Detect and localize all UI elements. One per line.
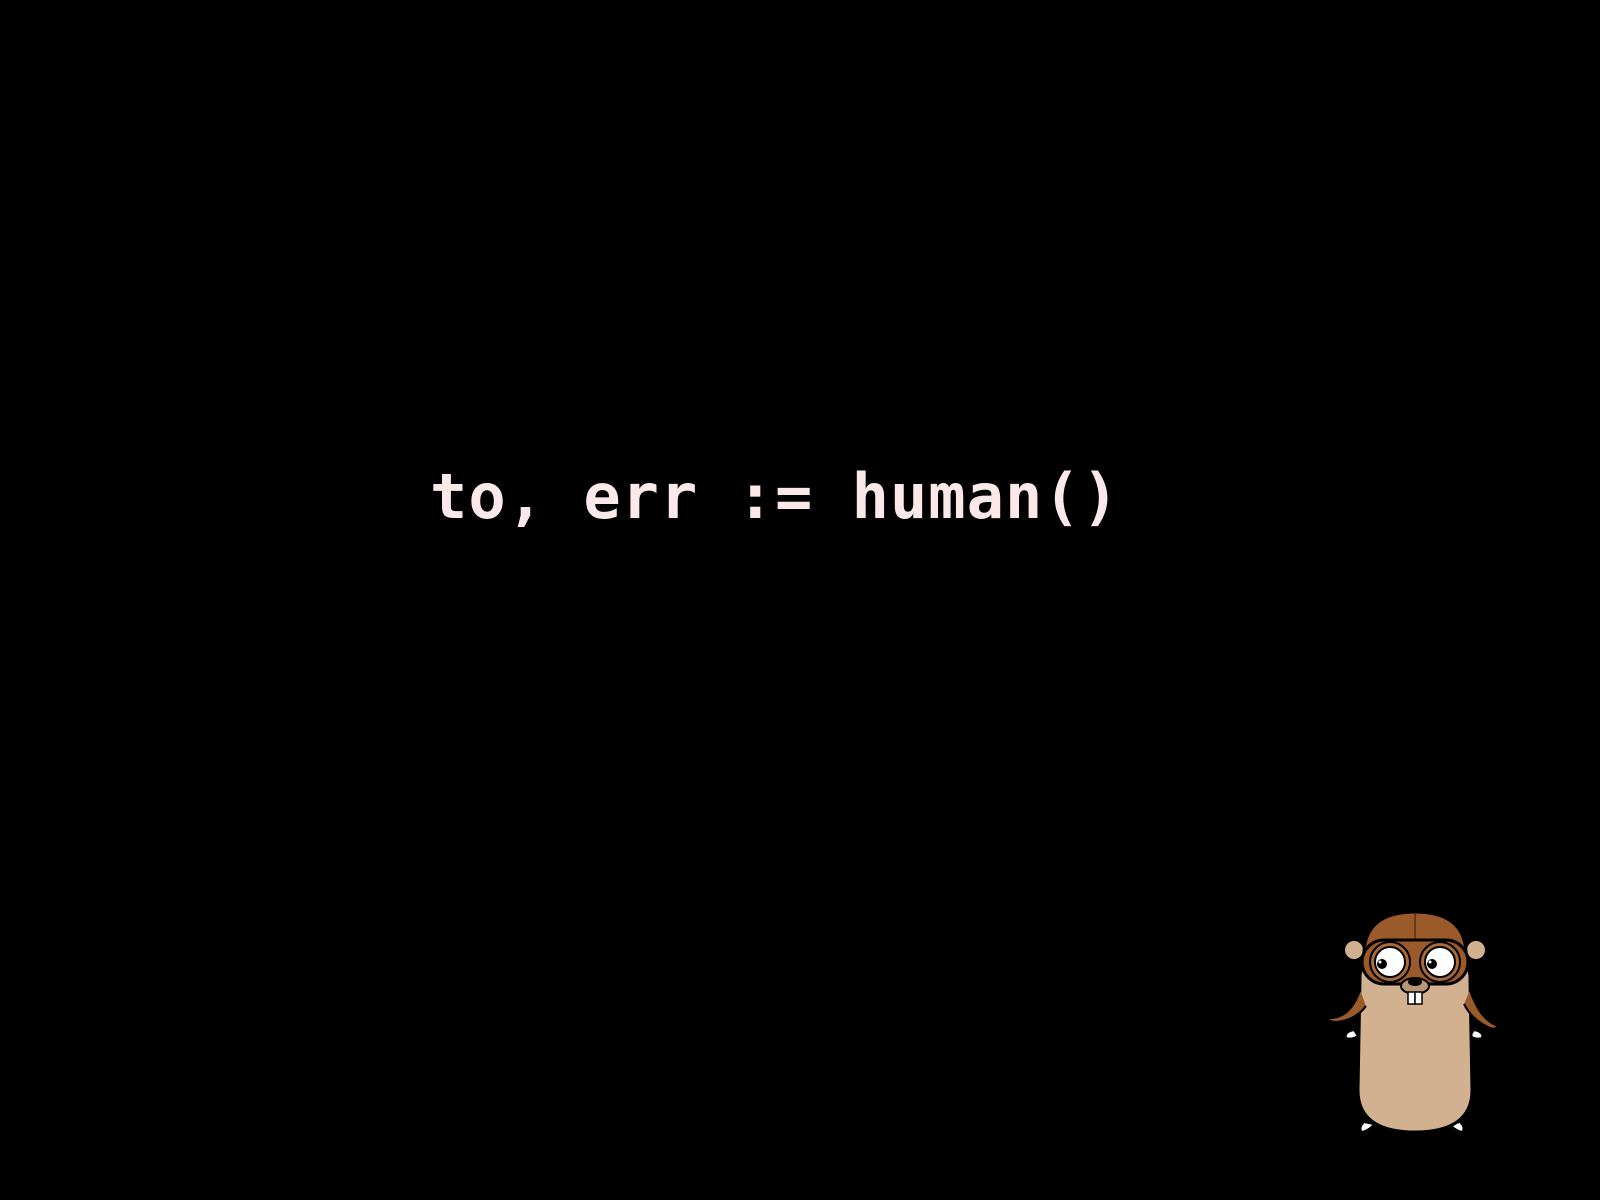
go-gopher-aviator-icon bbox=[1323, 910, 1500, 1134]
slide-code-text: to, err := human() bbox=[430, 460, 1120, 533]
presentation-slide: to, err := human() bbox=[0, 0, 1600, 1200]
